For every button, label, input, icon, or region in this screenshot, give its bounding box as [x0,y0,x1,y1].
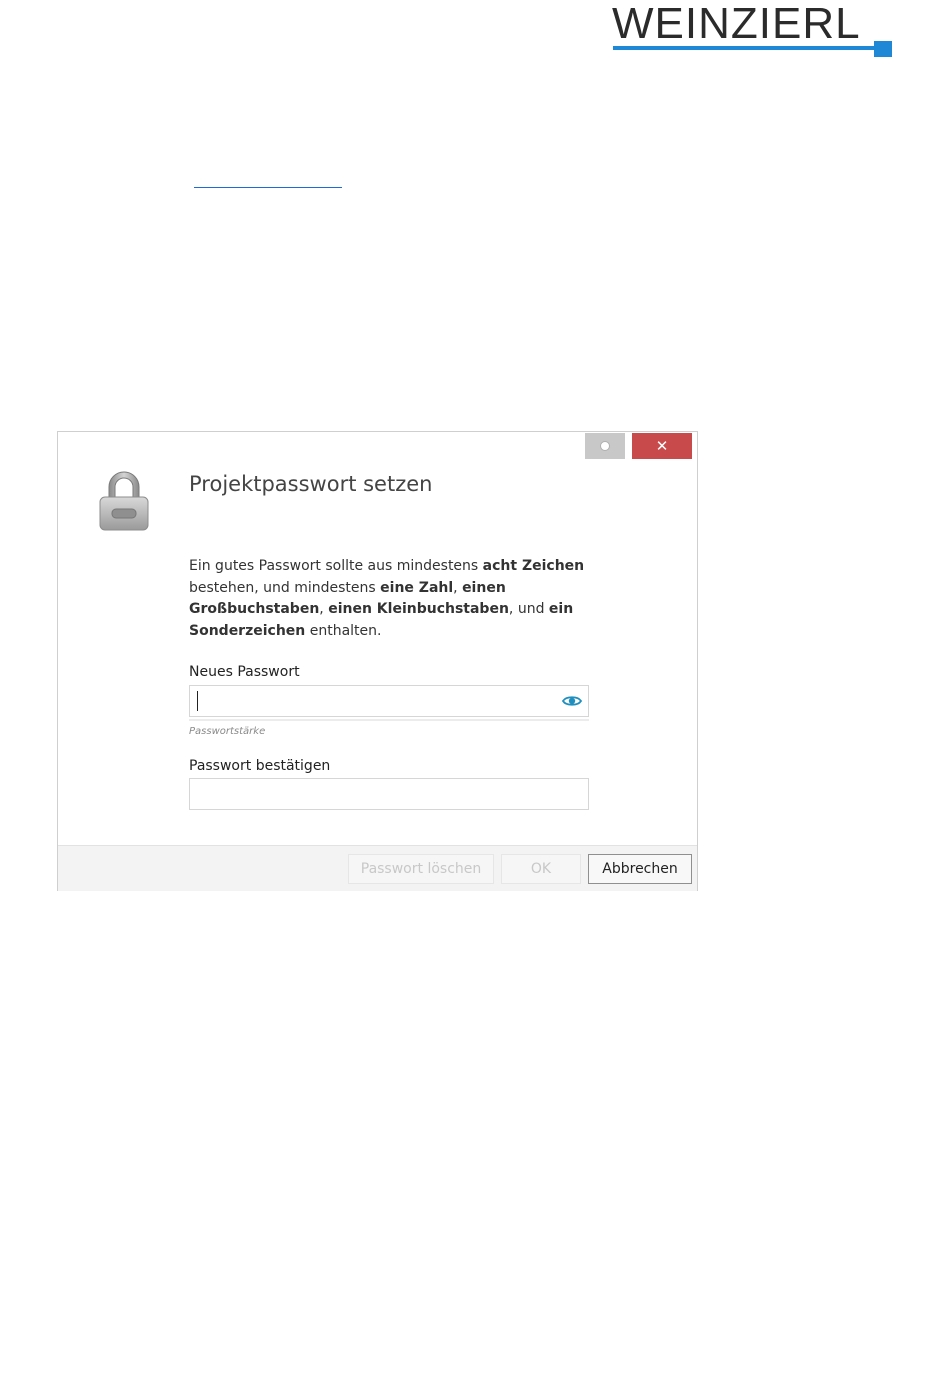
new-password-label: Neues Passwort [189,664,300,680]
brand-logo: WEINZIERL [612,0,894,60]
eye-icon[interactable] [562,694,582,708]
close-icon: ✕ [655,437,669,455]
password-strength-bar [189,719,589,721]
delete-password-button[interactable]: Passwort löschen [348,854,494,884]
minimize-button[interactable] [585,433,625,459]
hyperlink-underline[interactable] [194,187,342,188]
password-requirements-text: Ein gutes Passwort sollte aus mindestens… [189,558,585,639]
brand-logo-text: WEINZIERL [612,0,861,48]
lock-icon [99,471,149,531]
brand-logo-underline [613,46,877,50]
close-button[interactable]: ✕ [632,433,692,459]
dialog-title: Projektpasswort setzen [189,472,433,496]
dialog-footer: Passwort löschen OK Abbrechen [58,845,697,891]
confirm-password-field[interactable] [189,778,589,810]
confirm-password-label: Passwort bestätigen [189,758,331,774]
brand-logo-square [874,41,892,57]
set-project-password-dialog: ✕ Projektpasswort setzen Ein gutes Passw… [57,431,698,891]
text-caret [197,691,198,711]
new-password-field[interactable] [189,685,589,717]
circle-icon [600,441,610,451]
ok-button[interactable]: OK [501,854,581,884]
password-strength-label: Passwortstärke [189,726,266,737]
cancel-button[interactable]: Abbrechen [588,854,692,884]
